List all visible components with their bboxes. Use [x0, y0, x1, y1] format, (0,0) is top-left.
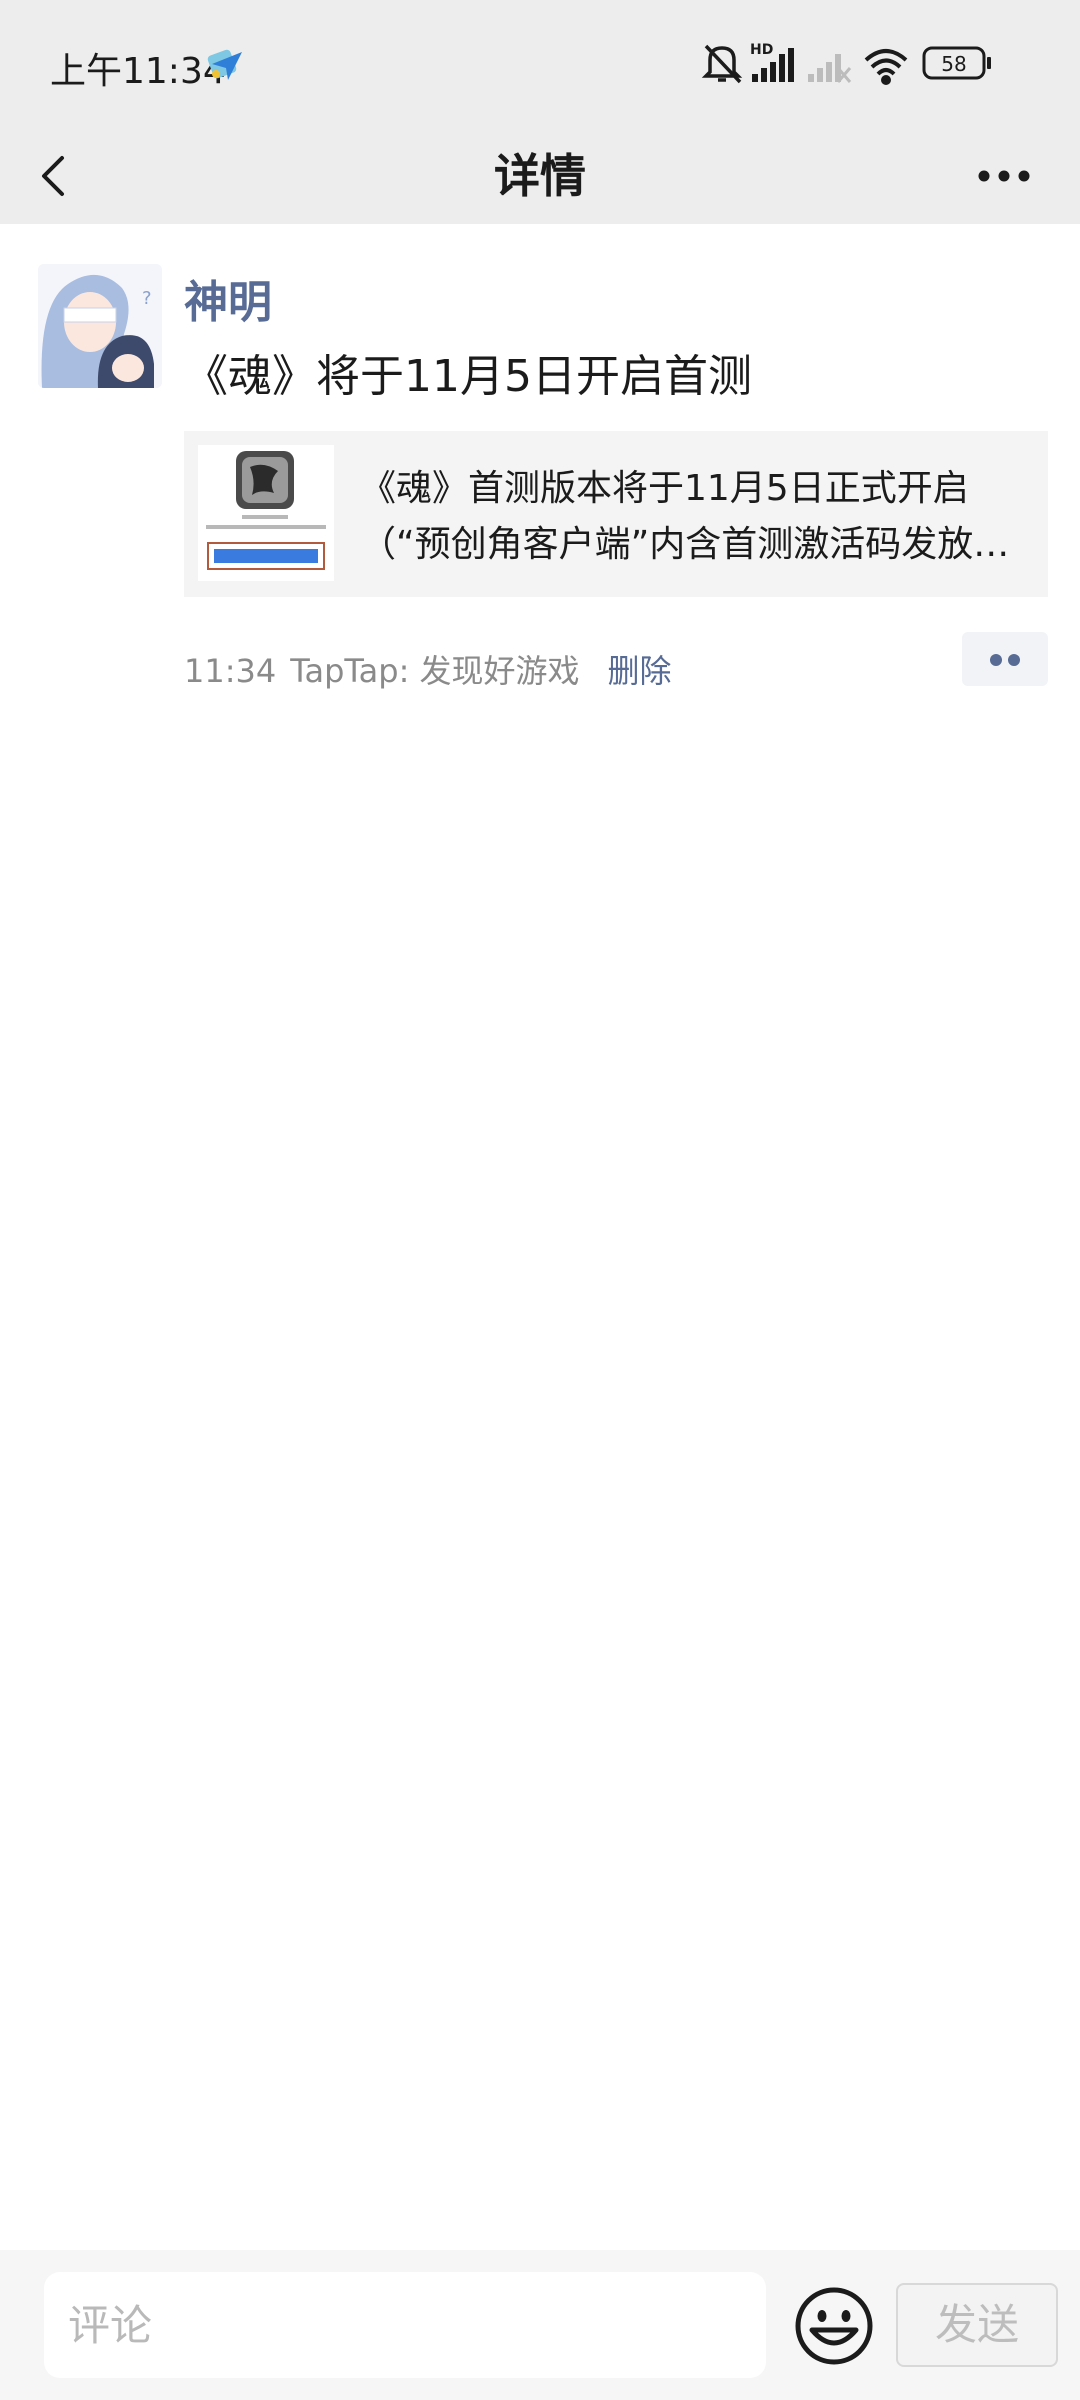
- more-icon: [978, 170, 1030, 182]
- svg-text:HD: HD: [750, 42, 773, 58]
- share-link-card[interactable]: 《魂》首测版本将于11月5日正式开启 （“预创角客户端”内含首测激活码发放…: [184, 431, 1048, 597]
- battery-icon: 58: [922, 46, 991, 80]
- comment-like-button[interactable]: [962, 632, 1048, 686]
- share-title-line-2: （“预创角客户端”内含首测激活码发放…: [360, 524, 1010, 565]
- page-title: 详情: [494, 149, 586, 203]
- dots-icon: [990, 654, 1002, 666]
- status-icons: HD 58: [700, 38, 1040, 90]
- status-time: 上午11:34: [50, 51, 226, 92]
- comment-input[interactable]: [44, 2272, 766, 2378]
- wifi-icon: [864, 49, 908, 85]
- delete-link[interactable]: 删除: [608, 652, 672, 690]
- signal-2-icon: [808, 54, 852, 83]
- comment-bar: 发送: [0, 2250, 1080, 2400]
- mute-icon: [701, 44, 743, 84]
- svg-text:?: ?: [142, 288, 152, 309]
- post-text: 《魂》将于11月5日开启首测: [184, 351, 752, 402]
- post-meta: 11:34 TapTap: 发现好游戏 删除: [184, 646, 686, 692]
- status-bar: 上午11:34 HD 58: [0, 0, 1080, 128]
- title-bar: 详情: [0, 128, 1080, 224]
- author-name[interactable]: 神明: [184, 266, 272, 330]
- svg-text:58: 58: [941, 52, 966, 76]
- emoji-button[interactable]: [792, 2284, 876, 2368]
- send-button[interactable]: 发送: [896, 2283, 1058, 2367]
- emoji-icon: [795, 2287, 873, 2365]
- share-thumbnail: [198, 445, 334, 581]
- post-source[interactable]: TapTap: 发现好游戏: [290, 652, 579, 690]
- avatar[interactable]: ?: [38, 264, 162, 388]
- dots-icon-2: [1008, 654, 1020, 666]
- share-title-line-1: 《魂》首测版本将于11月5日正式开启: [360, 468, 969, 509]
- post-time: 11:34: [184, 652, 277, 690]
- app-notification-icon: [206, 44, 246, 84]
- more-button[interactable]: [964, 128, 1044, 224]
